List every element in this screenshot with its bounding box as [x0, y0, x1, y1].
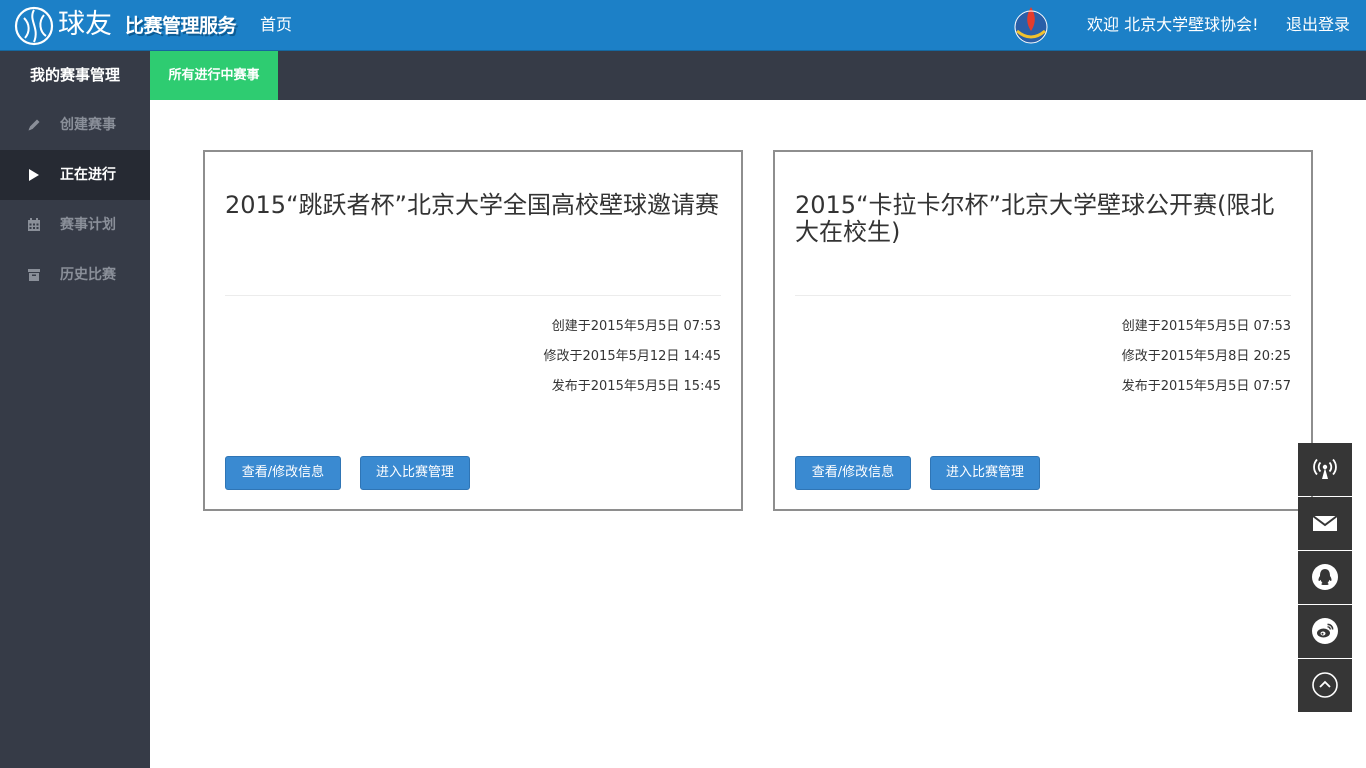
sidebar-item-history[interactable]: 历史比赛	[0, 250, 150, 300]
event-title: 2015“跳跃者杯”北京大学全国高校壁球邀请赛	[225, 191, 719, 219]
created-time: 创建于2015年5月5日 07:53	[1121, 319, 1291, 334]
weibo-icon	[1312, 618, 1338, 644]
floating-toolbar	[1298, 443, 1352, 713]
pencil-icon	[28, 119, 40, 131]
sidebar-item-label: 创建赛事	[60, 117, 116, 133]
broadcast-icon	[1313, 458, 1337, 479]
event-title: 2015“卡拉卡尔杯”北京大学壁球公开赛(限北大在校生)	[795, 191, 1275, 246]
sidebar-item-create[interactable]: 创建赛事	[0, 100, 150, 150]
mail-button[interactable]	[1298, 497, 1352, 550]
service-title: 比赛管理服务	[125, 15, 237, 37]
qq-icon	[1312, 564, 1338, 590]
calendar-icon	[28, 218, 40, 231]
tab-all-ongoing[interactable]: 所有进行中赛事	[150, 51, 278, 100]
mail-icon	[1312, 515, 1338, 531]
qq-button[interactable]	[1298, 551, 1352, 604]
divider	[225, 295, 721, 296]
manage-event-button[interactable]: 进入比赛管理	[930, 456, 1040, 490]
org-badge-icon	[1014, 7, 1048, 44]
tab-bar: 所有进行中赛事	[150, 51, 1366, 100]
sidebar-item-label: 赛事计划	[60, 217, 116, 233]
archive-icon	[28, 269, 40, 281]
top-navbar: 球友 比赛管理服务 首页 欢迎 北京大学壁球协会! 退出登录	[0, 0, 1366, 51]
created-time: 创建于2015年5月5日 07:53	[551, 319, 721, 334]
event-card: 2015“跳跃者杯”北京大学全国高校壁球邀请赛 创建于2015年5月5日 07:…	[203, 150, 743, 511]
sidebar-item-plan[interactable]: 赛事计划	[0, 200, 150, 250]
broadcast-button[interactable]	[1298, 443, 1352, 496]
welcome-text: 欢迎 北京大学壁球协会!	[1087, 15, 1259, 34]
play-icon	[29, 169, 39, 181]
sidebar-item-label: 历史比赛	[60, 267, 116, 283]
published-time: 发布于2015年5月5日 15:45	[551, 379, 721, 394]
sidebar-item-label: 正在进行	[60, 167, 116, 183]
back-to-top-button[interactable]	[1298, 659, 1352, 712]
home-link[interactable]: 首页	[260, 14, 292, 36]
modified-time: 修改于2015年5月12日 14:45	[543, 349, 722, 364]
view-edit-button[interactable]: 查看/修改信息	[795, 456, 911, 490]
sidebar-item-ongoing[interactable]: 正在进行	[0, 150, 150, 200]
sidebar: 我的赛事管理 创建赛事 正在进行 赛事计划 历史比赛	[0, 51, 150, 768]
logout-link[interactable]: 退出登录	[1286, 14, 1350, 36]
manage-event-button[interactable]: 进入比赛管理	[360, 456, 470, 490]
brand-name[interactable]: 球友	[58, 8, 112, 42]
modified-time: 修改于2015年5月8日 20:25	[1121, 349, 1291, 364]
sidebar-title: 我的赛事管理	[29, 66, 120, 84]
view-edit-button[interactable]: 查看/修改信息	[225, 456, 341, 490]
logo-icon[interactable]	[14, 6, 54, 46]
divider	[795, 295, 1291, 296]
published-time: 发布于2015年5月5日 07:57	[1121, 379, 1291, 394]
event-card: 2015“卡拉卡尔杯”北京大学壁球公开赛(限北大在校生) 创建于2015年5月5…	[773, 150, 1313, 511]
back-to-top-icon	[1312, 672, 1338, 698]
weibo-button[interactable]	[1298, 605, 1352, 658]
